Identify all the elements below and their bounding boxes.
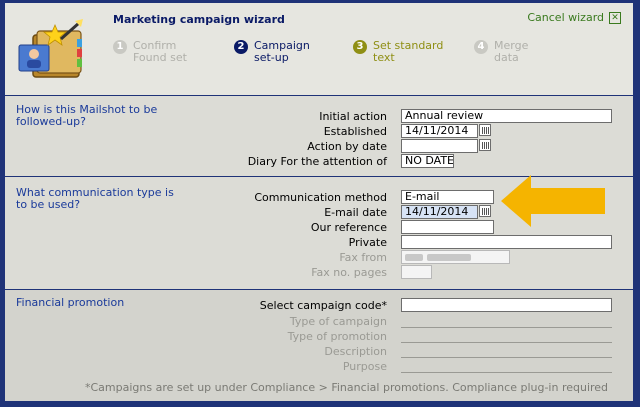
diary-attention-input[interactable]: NO DATE <box>401 154 454 168</box>
step-4-line2: data <box>494 51 519 64</box>
purpose-label: Purpose <box>342 360 387 373</box>
communication-section-title: What communication type is to be used? <box>16 186 174 211</box>
step-2-label: Campaign set-up <box>254 40 310 64</box>
type-of-campaign-label: Type of campaign <box>289 315 387 328</box>
close-icon: ✕ <box>609 11 621 24</box>
step-3-label: Set standard text <box>373 40 443 64</box>
header-divider <box>5 95 633 96</box>
email-date-calendar-icon[interactable] <box>479 205 491 217</box>
fax-pages-input <box>401 265 432 279</box>
wizard-step-4[interactable]: 4 Merge data <box>474 40 528 64</box>
fax-pages-label: Fax no. pages <box>311 266 387 279</box>
step-2-number: 2 <box>234 40 248 54</box>
diary-attention-label: Diary For the attention of <box>247 155 387 168</box>
action-by-calendar-icon[interactable] <box>479 139 491 151</box>
step-4-number: 4 <box>474 40 488 54</box>
our-reference-label: Our reference <box>310 221 387 234</box>
step-3-number: 3 <box>353 40 367 54</box>
email-date-input[interactable]: 14/11/2014 <box>401 205 478 219</box>
established-label: Established <box>323 125 387 138</box>
description-field <box>401 357 612 358</box>
yellow-pointer-arrow-icon <box>501 175 605 227</box>
followup-section-title: How is this Mailshot to be followed-up? <box>16 103 158 128</box>
select-campaign-code-label: Select campaign code* <box>259 299 387 312</box>
redacted-text <box>426 253 471 261</box>
type-of-promotion-field <box>401 342 612 343</box>
type-of-campaign-field <box>401 327 612 328</box>
wizard-panel: Marketing campaign wizard Cancel wizard … <box>5 3 633 401</box>
wizard-step-1[interactable]: 1 Confirm Found set <box>113 40 187 64</box>
type-of-promotion-label: Type of promotion <box>287 330 387 343</box>
compliance-footnote: *Campaigns are set up under Compliance >… <box>85 381 609 394</box>
cancel-wizard-button[interactable]: Cancel wizard ✕ <box>527 11 621 24</box>
campaign-code-input[interactable] <box>401 298 612 312</box>
action-by-date-label: Action by date <box>307 140 387 153</box>
cancel-wizard-label: Cancel wizard <box>527 11 604 24</box>
wizard-step-3[interactable]: 3 Set standard text <box>353 40 443 64</box>
communication-method-label: Communication method <box>254 191 387 204</box>
description-label: Description <box>324 345 387 358</box>
step-1-line2: Found set <box>133 51 187 64</box>
email-date-label: E-mail date <box>324 206 387 219</box>
fax-from-input <box>401 250 510 264</box>
wizard-step-2[interactable]: 2 Campaign set-up <box>234 40 310 64</box>
redacted-text <box>405 253 423 261</box>
address-book-logo-icon <box>18 19 83 78</box>
action-by-date-input[interactable] <box>401 139 478 153</box>
promotion-section-title: Financial promotion <box>16 296 125 309</box>
step-1-number: 1 <box>113 40 127 54</box>
our-reference-input[interactable] <box>401 220 494 234</box>
wizard-header: Marketing campaign wizard Cancel wizard … <box>5 3 633 95</box>
step-2-line2: set-up <box>254 51 289 64</box>
step-1-label: Confirm Found set <box>133 40 187 64</box>
established-calendar-icon[interactable] <box>479 124 491 136</box>
communication-method-select[interactable]: E-mail <box>401 190 494 204</box>
private-label: Private <box>348 236 387 249</box>
wizard-title: Marketing campaign wizard <box>113 13 285 26</box>
initial-action-label: Initial action <box>319 110 387 123</box>
step-4-label: Merge data <box>494 40 528 64</box>
established-date-input[interactable]: 14/11/2014 <box>401 124 478 138</box>
initial-action-input[interactable]: Annual review <box>401 109 612 123</box>
purpose-field <box>401 372 612 373</box>
step-3-line2: text <box>373 51 395 64</box>
private-input[interactable] <box>401 235 612 249</box>
fax-from-label: Fax from <box>339 251 387 264</box>
